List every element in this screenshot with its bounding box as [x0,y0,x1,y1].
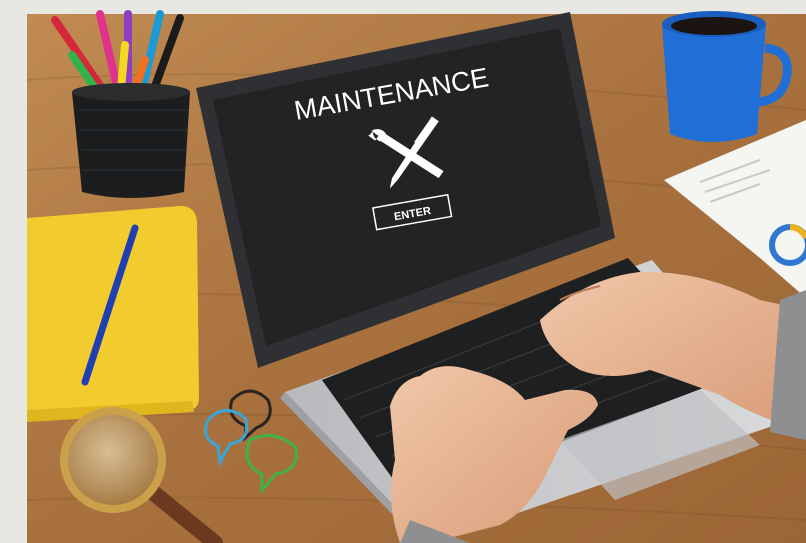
yellow-notebook [27,206,199,422]
photo-scene: MAINTENANCE ENTER [0,0,806,543]
